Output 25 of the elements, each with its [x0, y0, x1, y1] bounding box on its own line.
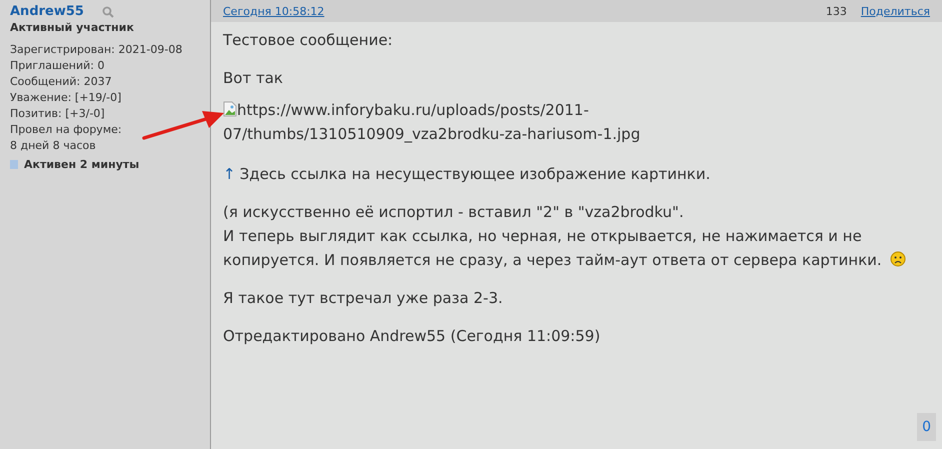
sad-face-icon — [890, 251, 906, 267]
author-stat: Провел на форуме: — [10, 122, 123, 138]
broken-image-icon — [223, 101, 237, 117]
author-stat: Уважение: [+19/-0] — [10, 90, 122, 106]
share-link[interactable]: Поделиться — [860, 4, 930, 18]
post-paragraph: Отредактировано Andrew55 (Сегодня 11:09:59) — [223, 326, 602, 347]
search-icon[interactable] — [102, 6, 114, 18]
view-count: 133 — [826, 4, 847, 18]
status-icon — [10, 160, 18, 169]
author-stat: Сообщений: 2037 — [10, 74, 113, 90]
author-rank: Активный участник — [10, 21, 135, 34]
counter-badge[interactable]: 0 — [917, 413, 936, 441]
activity-status: Активен 2 минуты — [24, 158, 140, 171]
post-paragraph: (я искусственно её испортил - вставил "2" в "vza2brodku". И теперь выглядит как ссылка, но черная, не открывается, не нажимается и не копируется. И появляется не сразу, а через тайм-аут ответа от сервера картинки. — [223, 200, 930, 272]
author-name[interactable]: Andrew55 — [10, 4, 84, 19]
post-date-link[interactable]: Сегодня 10:58:12 — [223, 4, 324, 18]
author-stat: 8 дней 8 часов — [10, 138, 97, 154]
post-paragraph: Я такое тут встречал уже раза 2-3. — [223, 288, 504, 309]
broken-image: https://www.inforybaku.ru/uploads/posts/2011-07/thumbs/1310510909_vza2brodku-za-hariusom-1.jpg — [223, 100, 642, 145]
author-stat: Позитив: [+3/-0] — [10, 106, 106, 122]
post-paragraph: ↑ Здесь ссылка на несуществующее изображение картинки. — [223, 164, 712, 185]
author-stat: Приглашений: 0 — [10, 58, 106, 74]
post-paragraph: Вот так — [223, 68, 284, 89]
post-paragraph: Тестовое сообщение: — [223, 30, 394, 51]
author-stat: Зарегистрирован: 2021-09-08 — [10, 42, 184, 58]
